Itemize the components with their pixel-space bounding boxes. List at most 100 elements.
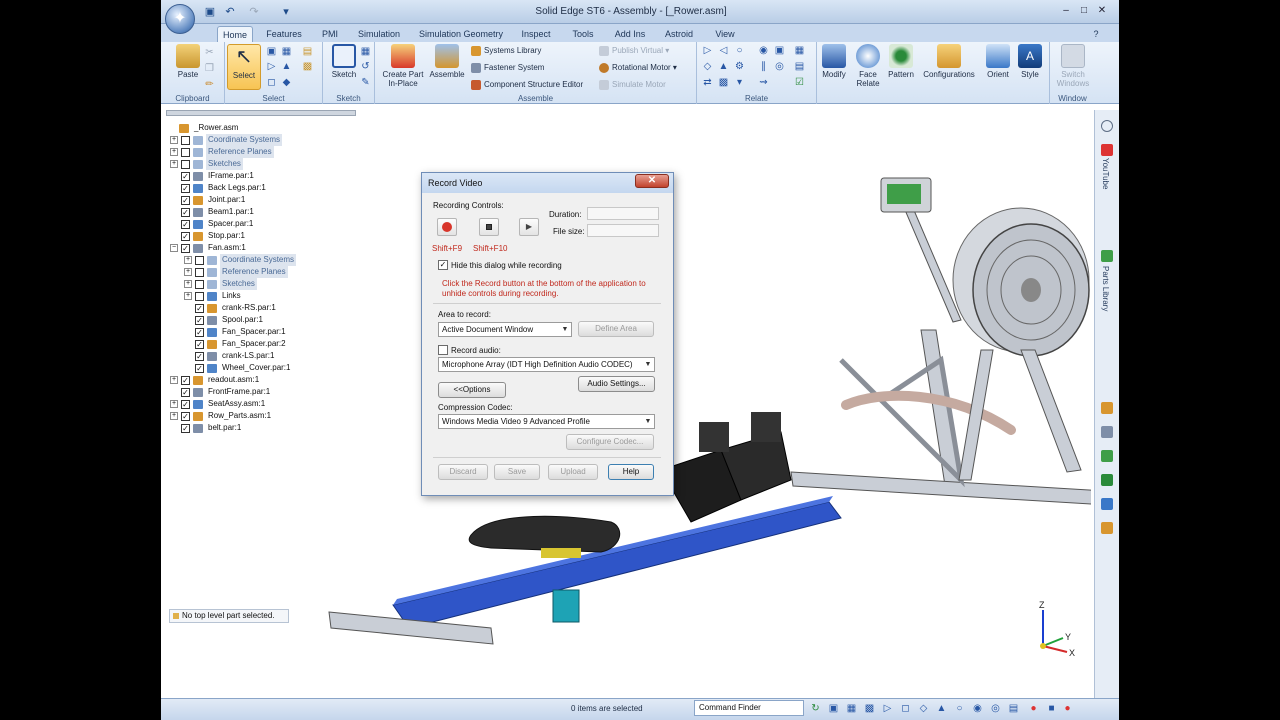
- face-relate-button[interactable]: Face Relate: [853, 44, 883, 88]
- close-button[interactable]: ✕: [1093, 3, 1111, 18]
- view-tool-3-icon[interactable]: ▦: [845, 702, 858, 715]
- view-tool-2-icon[interactable]: ▣: [827, 702, 840, 715]
- relate-angle-icon[interactable]: ▦: [793, 44, 806, 57]
- tree-visibility-checkbox[interactable]: [181, 159, 190, 169]
- tree-expander[interactable]: +: [170, 136, 178, 144]
- dock-tool-1-icon[interactable]: [1101, 402, 1113, 414]
- dock-tool-3-icon[interactable]: [1101, 450, 1113, 462]
- tree-node[interactable]: ✓ FrontFrame.par:1: [170, 386, 272, 398]
- select-part-icon[interactable]: ▲: [280, 60, 293, 73]
- help-button[interactable]: Help: [608, 464, 654, 480]
- audio-device-select[interactable]: Microphone Array (IDT High Definition Au…: [438, 357, 655, 372]
- pattern-button[interactable]: Pattern: [885, 44, 917, 79]
- discard-button[interactable]: Discard: [438, 464, 488, 480]
- qat-customize-icon[interactable]: ▾: [279, 5, 293, 19]
- tab-simulation[interactable]: Simulation: [353, 26, 405, 42]
- relate-match-icon[interactable]: ▩: [717, 76, 730, 89]
- record-video-icon[interactable]: ●: [1027, 702, 1040, 715]
- tree-visibility-checkbox[interactable]: ✓: [181, 219, 190, 229]
- relate-check-icon[interactable]: ☑: [793, 76, 806, 89]
- tab-pmi[interactable]: PMI: [315, 26, 345, 42]
- tree-node[interactable]: ✓ Wheel_Cover.par:1: [184, 362, 292, 374]
- minimize-button[interactable]: –: [1057, 3, 1075, 18]
- modify-button[interactable]: Modify: [817, 44, 851, 79]
- options-button[interactable]: <<Options: [438, 382, 506, 398]
- switch-windows-button[interactable]: Switch Windows: [1052, 44, 1094, 88]
- tree-node[interactable]: ✓ crank-RS.par:1: [184, 302, 278, 314]
- tree-visibility-checkbox[interactable]: [181, 147, 190, 157]
- tree-expander[interactable]: +: [170, 412, 178, 420]
- relate-axial-align-icon[interactable]: ○: [733, 44, 746, 57]
- youtube-tab[interactable]: YouTube: [1101, 158, 1110, 189]
- define-area-button[interactable]: Define Area: [578, 321, 654, 337]
- parts-library-icon[interactable]: [1101, 250, 1113, 262]
- relate-mate-icon[interactable]: ▷: [701, 44, 714, 57]
- relate-cam-icon[interactable]: ▲: [717, 60, 730, 73]
- stop-video-icon[interactable]: ■: [1045, 702, 1058, 715]
- play-button[interactable]: ▶: [519, 218, 539, 236]
- tab-view[interactable]: View: [707, 26, 743, 42]
- application-button[interactable]: ✦: [165, 4, 195, 34]
- component-structure-editor-button[interactable]: Component Structure Editor: [471, 78, 583, 92]
- tree-visibility-checkbox[interactable]: ✓: [195, 303, 204, 313]
- tree-node[interactable]: + ✓ Row_Parts.asm:1: [170, 410, 273, 422]
- tree-node[interactable]: ✓ belt.par:1: [170, 422, 243, 434]
- tree-visibility-checkbox[interactable]: ✓: [181, 207, 190, 217]
- select-hide-icon[interactable]: ◆: [280, 76, 293, 89]
- sketch-button[interactable]: Sketch: [325, 44, 363, 79]
- help-icon[interactable]: ?: [1089, 26, 1103, 42]
- tree-node[interactable]: − ✓ Fan.asm:1: [170, 242, 248, 254]
- view-tool-6-icon[interactable]: ◻: [899, 702, 912, 715]
- help-circle-icon[interactable]: [1101, 120, 1113, 132]
- view-tool-12-icon[interactable]: ▤: [1007, 702, 1020, 715]
- tree-visibility-checkbox[interactable]: ✓: [181, 243, 190, 253]
- tree-node[interactable]: + Reference Planes: [170, 146, 274, 158]
- tree-visibility-checkbox[interactable]: ✓: [181, 411, 190, 421]
- select-show-icon[interactable]: ▩: [301, 60, 314, 73]
- tree-node[interactable]: + Links: [184, 290, 243, 302]
- tree-expander[interactable]: +: [184, 280, 192, 288]
- style-button[interactable]: A Style: [1015, 44, 1045, 79]
- tree-visibility-checkbox[interactable]: [195, 291, 204, 301]
- maximize-button[interactable]: □: [1075, 3, 1093, 18]
- tree-expander[interactable]: −: [170, 244, 178, 252]
- tree-node[interactable]: + ✓ SeatAssy.asm:1: [170, 398, 267, 410]
- redo-icon[interactable]: ↷: [247, 5, 261, 19]
- tab-inspect[interactable]: Inspect: [517, 26, 555, 42]
- relate-center-icon[interactable]: ◎: [773, 60, 786, 73]
- select-tool-icon[interactable]: ▣: [265, 45, 278, 58]
- select-filter-icon[interactable]: ▦: [280, 45, 293, 58]
- systems-library-button[interactable]: Systems Library: [471, 44, 541, 58]
- tree-expander[interactable]: +: [170, 148, 178, 156]
- relate-planar-align-icon[interactable]: ◁: [717, 44, 730, 57]
- parts-library-tab[interactable]: Parts Library: [1101, 266, 1110, 311]
- tree-visibility-checkbox[interactable]: [195, 267, 204, 277]
- tab-astroid[interactable]: Astroid: [657, 26, 701, 42]
- tree-expander[interactable]: +: [184, 268, 192, 276]
- tab-home[interactable]: Home: [217, 26, 253, 42]
- tree-visibility-checkbox[interactable]: ✓: [181, 423, 190, 433]
- tree-visibility-checkbox[interactable]: ✓: [195, 351, 204, 361]
- view-tool-11-icon[interactable]: ◎: [989, 702, 1002, 715]
- youtube-icon[interactable]: [1101, 144, 1113, 156]
- format-painter-icon[interactable]: ✏: [203, 78, 216, 91]
- configure-codec-button[interactable]: Configure Codec...: [566, 434, 654, 450]
- tree-node[interactable]: ✓ Fan_Spacer.par:2: [184, 338, 288, 350]
- tab-tools[interactable]: Tools: [563, 26, 603, 42]
- tree-visibility-checkbox[interactable]: ✓: [181, 195, 190, 205]
- relate-parallel-icon[interactable]: ∥: [757, 60, 770, 73]
- tree-node[interactable]: ✓ Beam1.par:1: [170, 206, 256, 218]
- dialog-title-bar[interactable]: Record Video ✕: [422, 173, 673, 193]
- tree-node[interactable]: ✓ IFrame.par:1: [170, 170, 256, 182]
- audio-settings-button[interactable]: Audio Settings...: [578, 376, 655, 392]
- dock-tool-5-icon[interactable]: [1101, 498, 1113, 510]
- tab-simulation-geometry[interactable]: Simulation Geometry: [413, 26, 509, 42]
- tree-visibility-checkbox[interactable]: ✓: [181, 375, 190, 385]
- hide-dialog-checkbox[interactable]: ✓: [438, 260, 448, 270]
- rotational-motor-button[interactable]: Rotational Motor ▾: [599, 61, 677, 75]
- relate-path-icon[interactable]: ⇄: [701, 76, 714, 89]
- tree-node[interactable]: + Reference Planes: [184, 266, 288, 278]
- tree-visibility-checkbox[interactable]: ✓: [195, 363, 204, 373]
- assemble-button[interactable]: Assemble: [427, 44, 467, 79]
- tree-node[interactable]: + ✓ readout.asm:1: [170, 374, 261, 386]
